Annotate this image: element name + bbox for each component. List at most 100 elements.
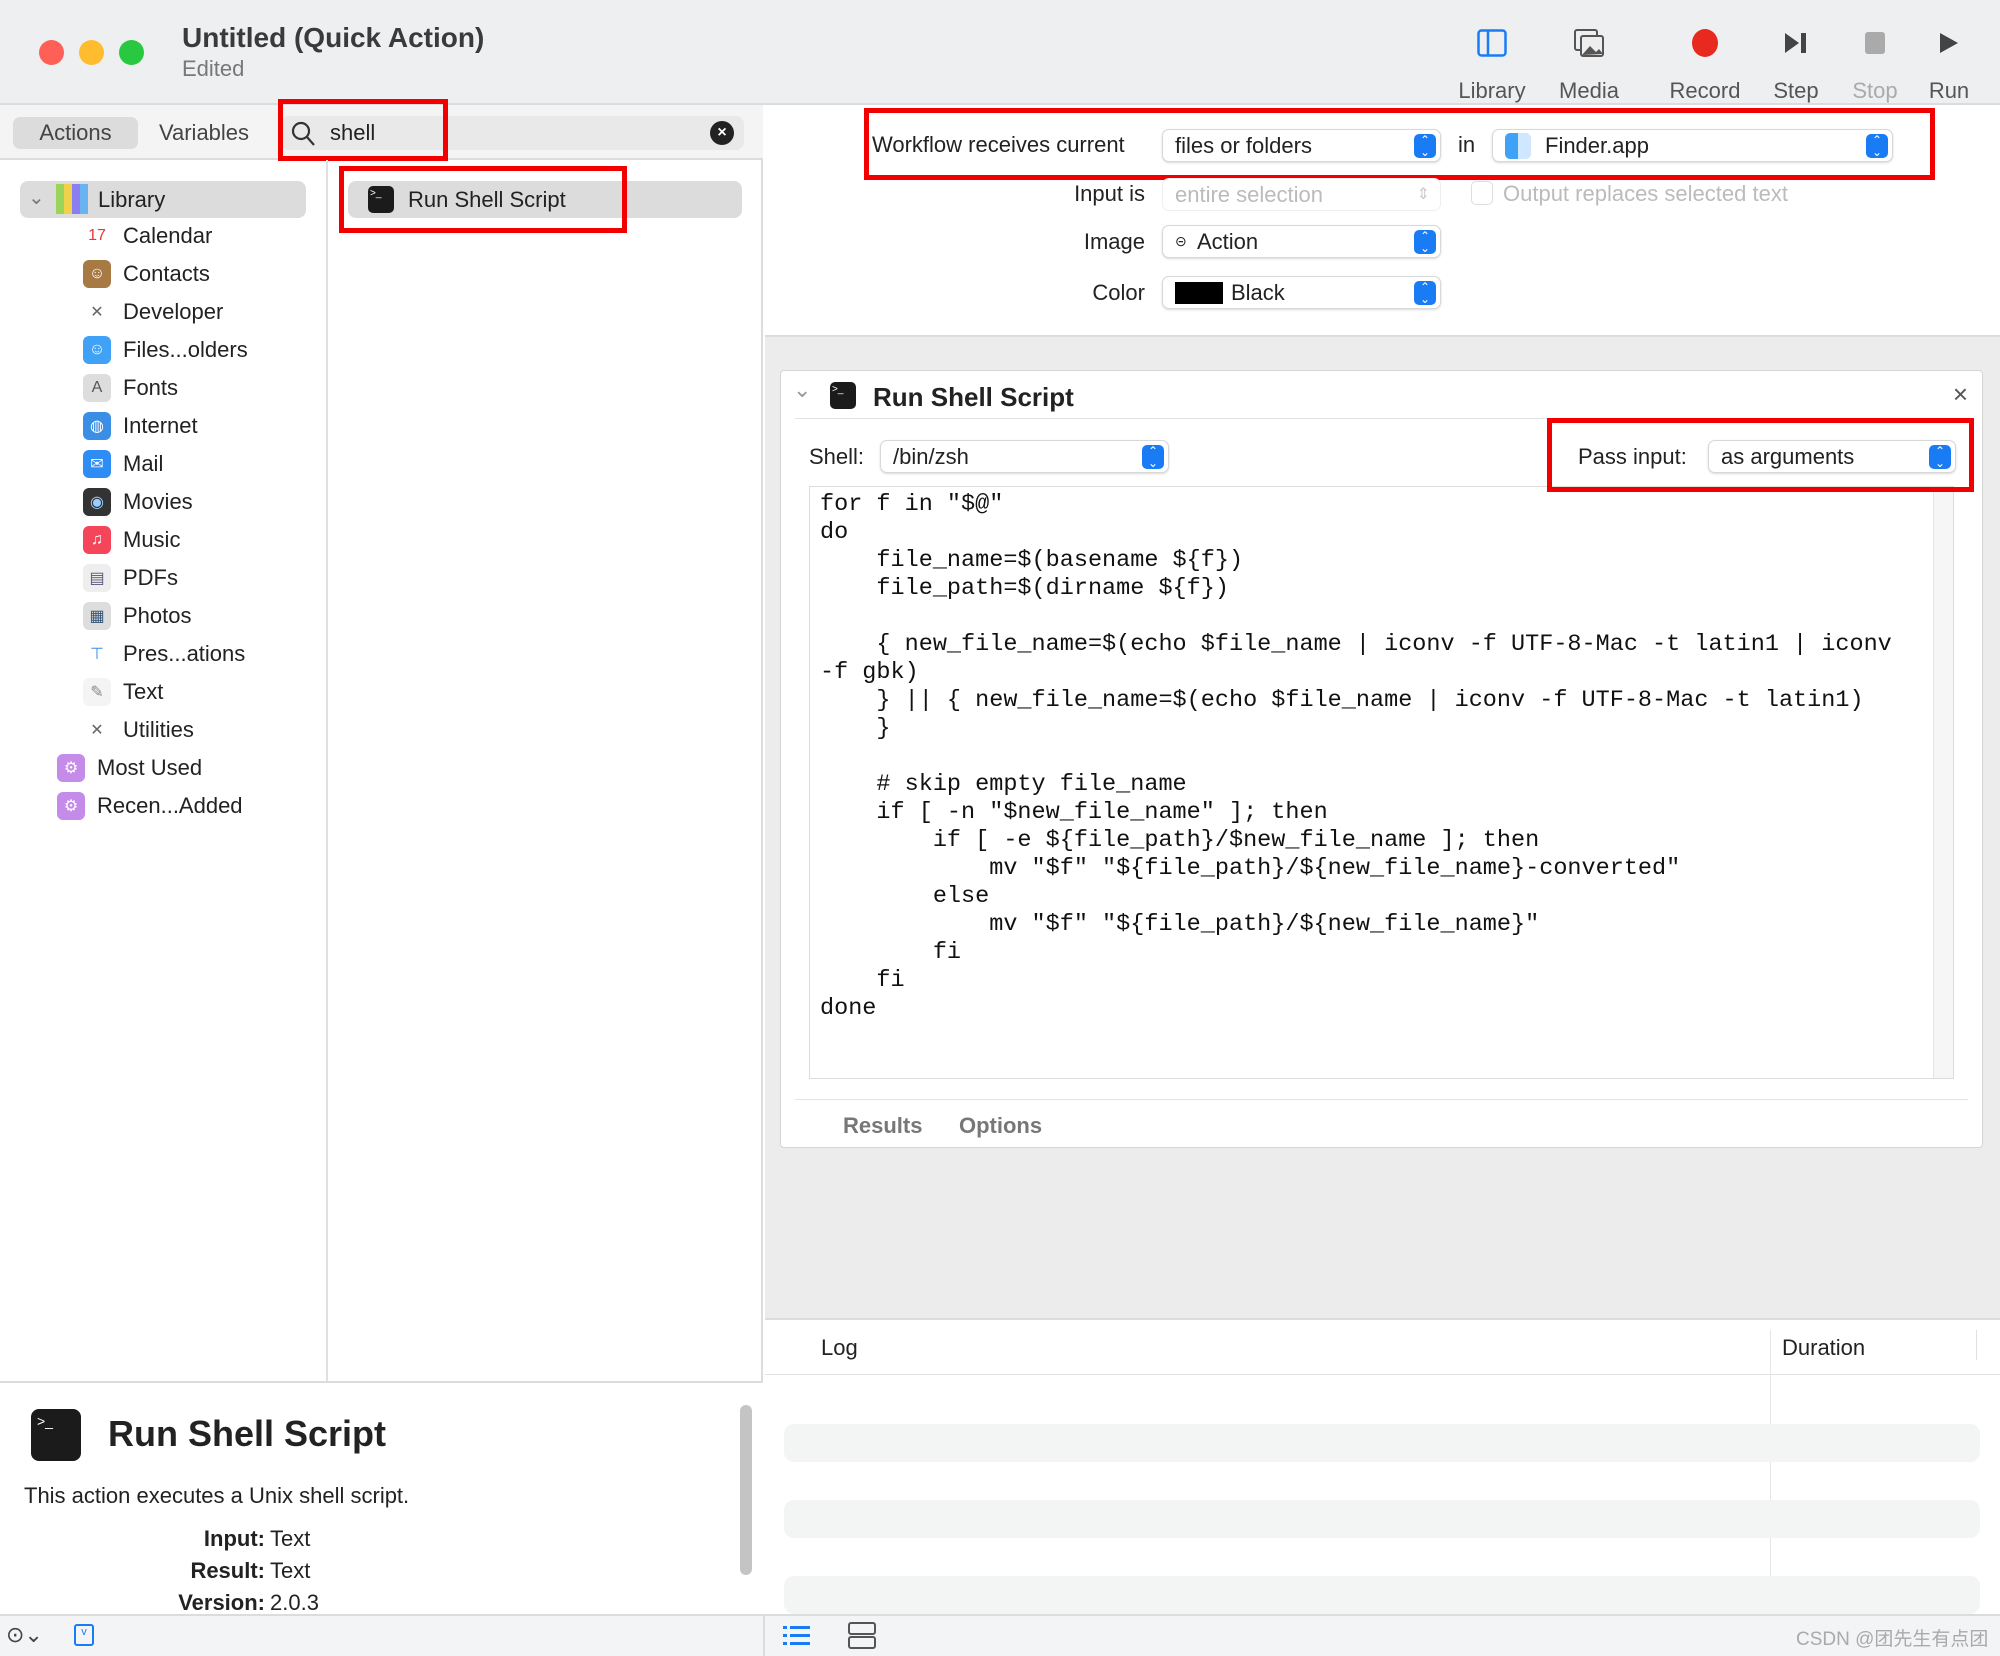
log-row — [784, 1576, 1980, 1614]
description-scrollbar[interactable] — [740, 1405, 752, 1575]
library-item-label: Internet — [123, 413, 198, 438]
tab-options[interactable]: Options — [959, 1113, 1042, 1139]
library-icon — [56, 184, 88, 214]
toolbar-stop-button[interactable]: Stop — [1835, 26, 1915, 104]
list-view-icon[interactable] — [783, 1624, 811, 1648]
library-root-item[interactable]: ⌄ Library — [20, 181, 306, 218]
library-item[interactable]: ▤ PDFs — [0, 559, 328, 597]
toolbar-library-button[interactable]: Library — [1452, 26, 1532, 104]
library-item-label: Most Used — [97, 755, 203, 780]
highlight-box-search — [278, 99, 448, 161]
library-item[interactable]: ✕ Utilities — [0, 711, 328, 749]
status-bar — [0, 1614, 2000, 1656]
library-item-label: Photos — [123, 603, 192, 628]
tab-actions[interactable]: Actions — [13, 117, 138, 149]
toolbar-media-button[interactable]: Media — [1549, 26, 1629, 104]
divider — [795, 1099, 1968, 1100]
library-item-label: Utilities — [123, 717, 194, 742]
library-item-label: Developer — [123, 299, 224, 324]
script-scrollbar[interactable] — [1933, 487, 1953, 1078]
image-popup[interactable]: ⊝ Action ⌃ ⌄ — [1162, 225, 1441, 258]
color-swatch — [1175, 282, 1223, 304]
split-view-icon[interactable] — [848, 1622, 876, 1650]
library-item[interactable]: ▦ Photos — [0, 597, 328, 635]
script-editor[interactable]: for f in "$@" do file_name=$(basename ${… — [809, 486, 1954, 1079]
input-is-label: Input is — [1074, 181, 1145, 206]
minimize-window-button[interactable] — [79, 40, 104, 65]
toolbar-label: Record — [1669, 78, 1741, 103]
library-smart-folder[interactable]: ⚙ Recen...Added — [0, 787, 328, 825]
smart-folder-icon: ⚙ — [57, 754, 85, 782]
record-icon — [1665, 26, 1745, 60]
library-item[interactable]: ☺ Contacts — [0, 255, 328, 293]
version-value: 2.0.3 — [270, 1590, 319, 1615]
toolbar-label: Run — [1928, 78, 1970, 103]
toolbar-step-button[interactable]: Step — [1756, 26, 1836, 104]
result-value: Text — [270, 1558, 311, 1583]
library-item-label: Contacts — [123, 261, 210, 286]
description-toggle-icon[interactable]: v — [74, 1624, 94, 1646]
library-item[interactable]: ♫ Music — [0, 521, 328, 559]
tab-results[interactable]: Results — [843, 1113, 922, 1139]
close-window-button[interactable] — [39, 40, 64, 65]
action-gear-icon: ⊝ — [1175, 233, 1187, 249]
library-item-label: PDFs — [123, 565, 178, 590]
log-column-header[interactable]: Log — [821, 1335, 858, 1361]
stepper-icon: ⌃ ⌄ — [1142, 445, 1164, 469]
stepper-icon: ⌃ ⌄ — [1414, 281, 1436, 305]
library-item[interactable]: A Fonts — [0, 369, 328, 407]
library-item[interactable]: ✎ Text — [0, 673, 328, 711]
input-is-popup[interactable]: entire selection ⇕ — [1162, 178, 1441, 211]
toolbar-record-button[interactable]: Record — [1665, 26, 1745, 104]
library-item-label: Fonts — [123, 375, 179, 400]
shell-value: /bin/zsh — [893, 444, 969, 469]
duration-column-header[interactable]: Duration — [1782, 1335, 1865, 1361]
tab-variables[interactable]: Variables — [144, 117, 264, 149]
divider — [763, 1614, 765, 1656]
category-icon: ✕ — [90, 722, 104, 739]
toolbar-label: Stop — [1852, 78, 1898, 103]
library-item[interactable]: ✉ Mail — [0, 445, 328, 483]
category-icon: A — [83, 374, 111, 402]
watermark: CSDN @团先生有点团 — [1796, 1629, 1989, 1650]
log-row — [784, 1424, 1980, 1462]
shell-label: Shell: — [809, 444, 865, 469]
collapse-chevron-icon[interactable]: ⌄ — [793, 377, 811, 403]
highlight-box-result — [339, 166, 627, 233]
category-icon: ✉ — [83, 450, 111, 478]
category-icon: ☺ — [83, 336, 111, 364]
category-icon: ♫ — [83, 526, 111, 554]
action-title: Run Shell Script — [873, 382, 1074, 412]
close-action-icon[interactable]: × — [1953, 379, 1968, 410]
toolbar-label: Step — [1773, 78, 1819, 103]
terminal-icon: >_ — [31, 1409, 81, 1461]
smart-folder-icon: ⚙ — [57, 792, 85, 820]
terminal-icon: >_ — [830, 382, 856, 409]
library-item[interactable]: ◉ Movies — [0, 483, 328, 521]
category-icon: ◉ — [83, 488, 111, 516]
library-item[interactable]: ✕ Developer — [0, 293, 328, 331]
column-divider — [1770, 1330, 1771, 1614]
shell-popup[interactable]: /bin/zsh ⌃ ⌄ — [880, 440, 1169, 473]
library-item[interactable]: 17 Calendar — [0, 217, 328, 255]
library-item-label: Recen...Added — [97, 793, 243, 818]
version-label: Version: — [178, 1590, 265, 1615]
more-options-icon[interactable]: ⊙⌄ — [6, 1622, 43, 1648]
stepper-icon: ⇕ — [1416, 186, 1430, 203]
library-item[interactable]: ◍ Internet — [0, 407, 328, 445]
color-popup[interactable]: Black ⌃ ⌄ — [1162, 276, 1441, 309]
toolbar-run-button[interactable]: Run — [1909, 26, 1989, 104]
library-item[interactable]: ☺ Files...olders — [0, 331, 328, 369]
step-icon — [1756, 26, 1836, 60]
category-icon: ⊤ — [90, 646, 104, 663]
category-icon: ☺ — [83, 260, 111, 288]
output-replaces-checkbox[interactable] — [1471, 181, 1493, 205]
highlight-box-workflow — [864, 108, 1935, 180]
column-divider — [1976, 1330, 1977, 1360]
library-item[interactable]: ⊤ Pres...ations — [0, 635, 328, 673]
library-smart-folder[interactable]: ⚙ Most Used — [0, 749, 328, 787]
category-icon: ▤ — [83, 564, 111, 592]
zoom-window-button[interactable] — [119, 40, 144, 65]
log-row — [784, 1500, 1980, 1538]
clear-search-icon[interactable]: × — [710, 121, 734, 145]
